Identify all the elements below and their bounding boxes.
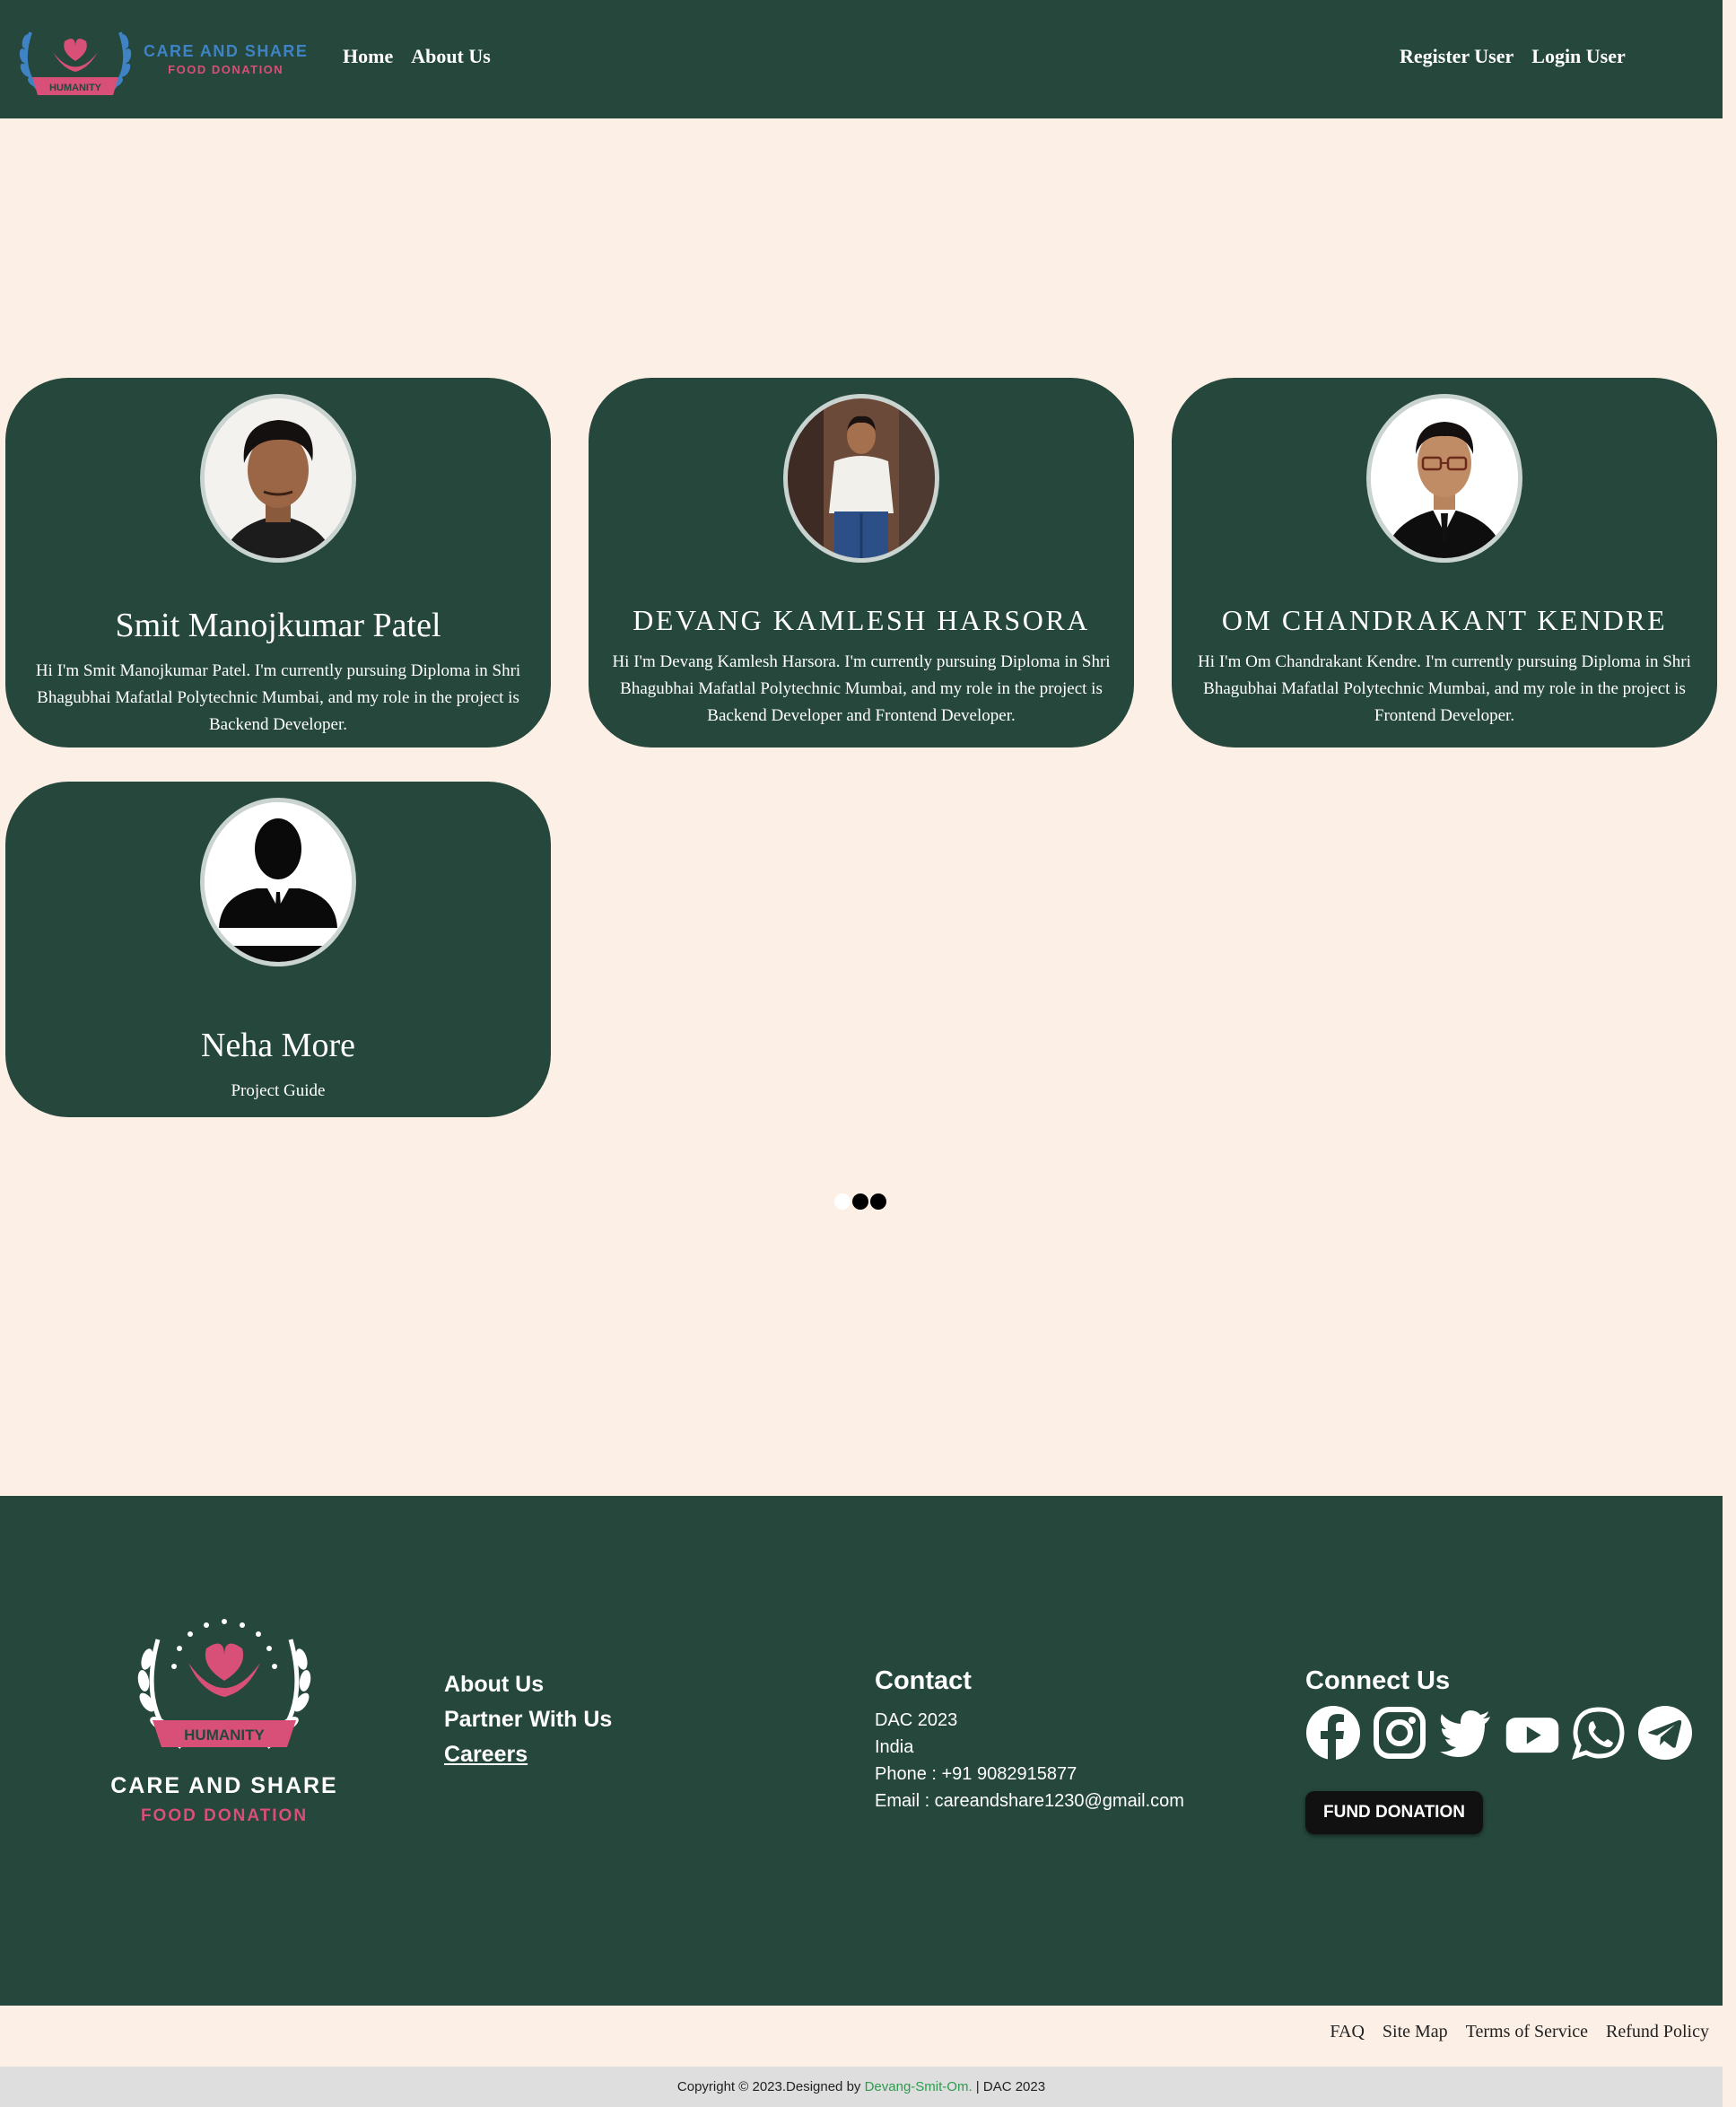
avatar [200,798,356,966]
person-photo-icon [1371,398,1518,558]
footer-brand-line-1: CARE AND SHARE [110,1773,338,1798]
whatsapp-icon[interactable] [1571,1705,1627,1761]
facebook-icon[interactable] [1305,1705,1361,1761]
footer-about-link[interactable]: About Us [444,1672,612,1698]
carousel-dot-3[interactable] [870,1193,886,1210]
nav-about-link[interactable]: About Us [411,45,491,68]
person-silhouette-icon [205,802,352,962]
team-card-devang: DEVANG KAMLESH HARSORA Hi I'm Devang Kam… [589,378,1134,748]
person-photo-icon [788,398,935,558]
footer-contact: Contact DAC 2023 India Phone : +91 90829… [875,1666,1184,1814]
telegram-icon[interactable] [1637,1705,1693,1761]
carousel-dot-1[interactable] [834,1193,851,1210]
footer-links: About Us Partner With Us Careers [444,1672,612,1768]
faq-link[interactable]: FAQ [1330,2022,1365,2042]
member-bio: Hi I'm Smit Manojkumar Patel. I'm curren… [35,661,521,734]
member-bio: Hi I'm Devang Kamlesh Harsora. I'm curre… [612,652,1111,725]
footer: HUMANITY CARE AND SHARE FOOD DONATION Ab… [0,1496,1723,2006]
brand-line-1: CARE AND SHARE [144,41,309,60]
login-user-link[interactable]: Login User [1531,45,1626,68]
copyright-suffix: | DAC 2023 [972,2079,1046,2094]
contact-email: Email : careandshare1230@gmail.com [875,1791,1184,1811]
terms-of-service-link[interactable]: Terms of Service [1466,2022,1588,2042]
bottom-links: FAQ Site Map Terms of Service Refund Pol… [1330,2022,1709,2042]
team-card-smit: Smit Manojkumar Patel Hi I'm Smit Manojk… [5,378,551,748]
member-bio: Hi I'm Om Chandrakant Kendre. I'm curren… [1198,652,1691,725]
person-photo-icon [205,398,352,558]
contact-phone: Phone : +91 9082915877 [875,1764,1077,1784]
social-icons [1305,1705,1693,1761]
contact-heading: Contact [875,1666,972,1695]
fund-donation-button[interactable]: FUND DONATION [1305,1791,1483,1834]
page: HUMANITY CARE AND SHARE FOOD DONATION Ho… [0,0,1736,2107]
footer-logo-badge-text: HUMANITY [184,1727,265,1744]
youtube-icon[interactable] [1505,1705,1560,1761]
contact-org: DAC 2023 [875,1710,958,1730]
register-user-link[interactable]: Register User [1400,45,1514,68]
footer-careers-link[interactable]: Careers [444,1742,612,1768]
nav-home-link[interactable]: Home [343,45,393,68]
avatar [1366,394,1522,563]
team-card-neha: Neha More Project Guide [5,782,551,1117]
humanity-logo-icon: HUMANITY [137,1619,311,1749]
humanity-logo-icon: HUMANITY [19,31,132,95]
member-name: Smit Manojkumar Patel [115,607,441,644]
top-navbar: HUMANITY CARE AND SHARE FOOD DONATION Ho… [0,0,1723,118]
contact-country: India [875,1737,914,1757]
member-role: Project Guide [231,1081,326,1100]
twitter-icon[interactable] [1438,1705,1494,1761]
member-name: DEVANG KAMLESH HARSORA [632,604,1090,636]
account-nav: Register User Login User [1400,45,1626,68]
logo-badge-text: HUMANITY [49,83,102,93]
member-name: Neha More [201,1027,355,1064]
team-card-om: OM CHANDRAKANT KENDRE Hi I'm Om Chandrak… [1172,378,1717,748]
brand-line-2: FOOD DONATION [168,62,284,76]
footer-logo: HUMANITY CARE AND SHARE FOOD DONATION [108,1613,341,1826]
site-map-link[interactable]: Site Map [1383,2022,1448,2042]
primary-nav: Home About Us [343,45,491,68]
footer-brand-line-2: FOOD DONATION [140,1806,309,1825]
carousel-dots [834,1193,886,1210]
site-logo[interactable]: HUMANITY CARE AND SHARE FOOD DONATION [13,14,318,104]
refund-policy-link[interactable]: Refund Policy [1606,2022,1709,2042]
member-name: OM CHANDRAKANT KENDRE [1221,604,1668,636]
avatar [200,394,356,563]
copyright-prefix: Copyright © 2023.Designed by [676,2079,865,2094]
avatar [783,394,939,563]
copyright-bar: Copyright © 2023.Designed by Devang-Smit… [0,2067,1723,2107]
designer-link[interactable]: Devang-Smit-Om. [865,2079,973,2094]
logo-brand: CARE AND SHARE FOOD DONATION [144,41,309,76]
connect-heading: Connect Us [1305,1666,1451,1695]
carousel-dot-2[interactable] [852,1193,868,1210]
footer-partner-link[interactable]: Partner With Us [444,1707,612,1733]
instagram-icon[interactable] [1372,1705,1427,1761]
footer-connect: Connect Us FUND DONATION [1305,1666,1693,1834]
